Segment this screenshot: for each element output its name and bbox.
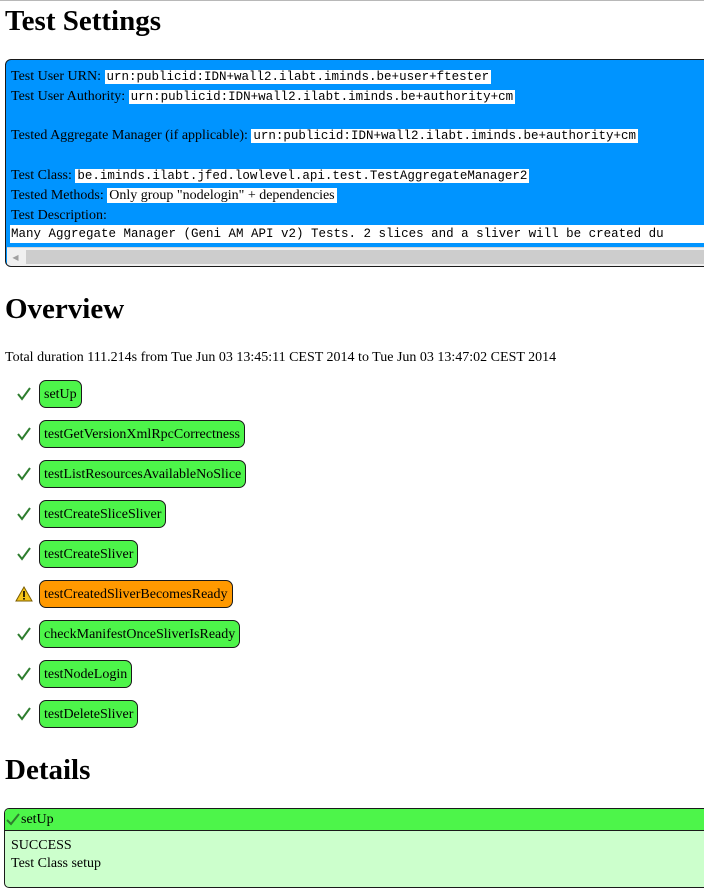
test-settings-panel: Test User URN: urn:publicid:IDN+wall2.il… (5, 59, 704, 267)
check-icon (14, 504, 34, 524)
aggregate-manager-label: Tested Aggregate Manager (if applicable)… (11, 128, 248, 143)
scroll-left-icon[interactable]: ◀ (7, 248, 24, 266)
test-item: testCreateSliceSliver (14, 499, 167, 529)
detail-body: SUCCESS Test Class setup (5, 831, 704, 879)
total-duration: Total duration 111.214s from Tue Jun 03 … (5, 350, 557, 365)
test-button-checkManifestOnceSliverIsReady[interactable]: checkManifestOnceSliverIsReady (39, 620, 241, 648)
test-button-testCreateSliver[interactable]: testCreateSliver (39, 540, 139, 568)
test-button-testCreateSliceSliver[interactable]: testCreateSliceSliver (39, 500, 167, 528)
settings-heading: Test Settings (5, 5, 162, 37)
test-item: testGetVersionXmlRpcCorrectness (14, 419, 245, 449)
test-item: checkManifestOnceSliverIsReady (14, 619, 241, 649)
detail-note: Test Class setup (11, 856, 102, 871)
user-authority-value: urn:publicid:IDN+wall2.ilabt.iminds.be+a… (128, 90, 516, 104)
user-authority-row: Test User Authority: urn:publicid:IDN+wa… (11, 88, 516, 106)
scrollbar-thumb[interactable] (26, 250, 704, 264)
test-class-label: Test Class: (11, 168, 72, 183)
tested-methods-row: Tested Methods: Only group "nodelogin" +… (11, 187, 337, 205)
test-item: testDeleteSliver (14, 699, 139, 729)
horizontal-scrollbar[interactable]: ◀ (7, 247, 704, 266)
test-item: setUp (14, 379, 82, 409)
detail-result: SUCCESS (11, 838, 72, 853)
test-button-testNodeLogin[interactable]: testNodeLogin (39, 660, 133, 688)
test-item: testCreateSliver (14, 539, 139, 569)
check-icon (14, 664, 34, 684)
test-button-setUp[interactable]: setUp (39, 380, 82, 408)
test-description-value: Many Aggregate Manager (Geni AM API v2) … (10, 225, 704, 243)
check-icon (14, 544, 34, 564)
check-icon (14, 464, 34, 484)
test-description-label: Test Description: (11, 208, 107, 223)
overview-heading: Overview (5, 293, 125, 325)
check-icon (5, 812, 21, 827)
test-description-row: Test Description: (11, 207, 107, 225)
aggregate-manager-value: urn:publicid:IDN+wall2.ilabt.iminds.be+a… (251, 129, 638, 143)
user-authority-label: Test User Authority: (11, 89, 126, 104)
test-button-testCreatedSliverBecomesReady[interactable]: testCreatedSliverBecomesReady (39, 580, 233, 608)
detail-header[interactable]: setUp (5, 809, 704, 831)
tested-methods-label: Tested Methods: (11, 188, 104, 203)
check-icon (14, 624, 34, 644)
check-icon (14, 424, 34, 444)
test-button-testGetVersionXmlRpcCorrectness[interactable]: testGetVersionXmlRpcCorrectness (39, 420, 245, 448)
detail-test-name: setUp (21, 811, 54, 827)
check-icon (14, 704, 34, 724)
test-button-testListResourcesAvailableNoSlice[interactable]: testListResourcesAvailableNoSlice (39, 460, 247, 488)
aggregate-manager-row: Tested Aggregate Manager (if applicable)… (11, 127, 638, 145)
warning-icon (14, 584, 34, 604)
test-item: testNodeLogin (14, 659, 133, 689)
test-class-row: Test Class: be.iminds.ilabt.jfed.lowleve… (11, 167, 530, 185)
test-button-testDeleteSliver[interactable]: testDeleteSliver (39, 700, 139, 728)
user-urn-value: urn:publicid:IDN+wall2.ilabt.iminds.be+u… (104, 70, 492, 84)
test-item: testListResourcesAvailableNoSlice (14, 459, 247, 489)
user-urn-label: Test User URN: (11, 69, 102, 84)
tested-methods-value: Only group "nodelogin" + dependencies (107, 188, 337, 203)
details-heading: Details (5, 754, 91, 786)
test-item: testCreatedSliverBecomesReady (14, 579, 233, 609)
check-icon (14, 384, 34, 404)
test-class-value: be.iminds.ilabt.jfed.lowlevel.api.test.T… (75, 169, 530, 183)
detail-setup: setUp SUCCESS Test Class setup (4, 808, 704, 888)
user-urn-row: Test User URN: urn:publicid:IDN+wall2.il… (11, 68, 492, 86)
